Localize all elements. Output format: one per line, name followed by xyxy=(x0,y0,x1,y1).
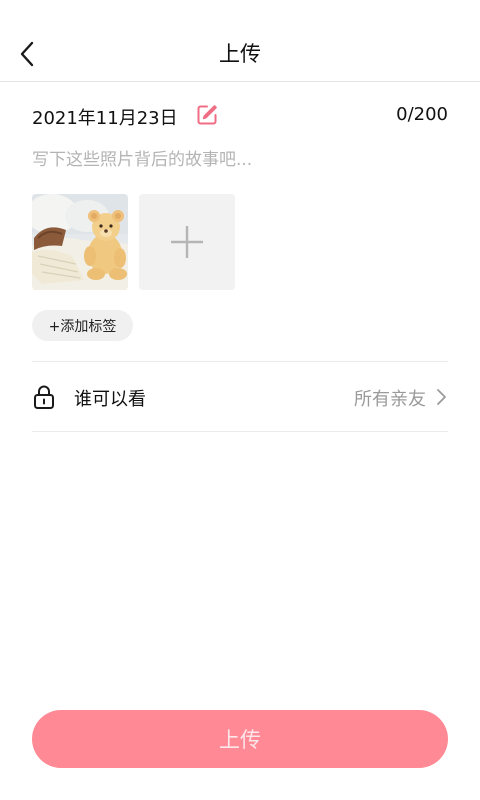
top-nav-bar: 上传 xyxy=(0,0,480,82)
lock-icon xyxy=(34,385,54,409)
char-counter: 0/200 xyxy=(396,104,448,125)
visibility-row[interactable]: 谁可以看 所有亲友 xyxy=(32,362,448,430)
edit-icon[interactable] xyxy=(195,103,219,127)
date-label: 2021年11月23日 xyxy=(32,108,178,129)
page-title: 上传 xyxy=(219,42,261,66)
add-photo-button[interactable] xyxy=(139,194,235,290)
divider xyxy=(32,431,448,432)
teddy-bear-blanket-photo xyxy=(32,194,128,290)
date-row: 2021年11月23日 0/200 xyxy=(32,102,448,130)
upload-button[interactable]: 上传 xyxy=(32,710,448,768)
photo-thumbnail[interactable] xyxy=(32,194,128,290)
plus-icon xyxy=(171,226,203,258)
story-input[interactable] xyxy=(32,146,448,174)
chevron-right-icon xyxy=(437,389,446,405)
visibility-value: 所有亲友 xyxy=(354,389,426,410)
visibility-label: 谁可以看 xyxy=(74,389,146,410)
add-tag-button[interactable]: +添加标签 xyxy=(32,310,133,341)
